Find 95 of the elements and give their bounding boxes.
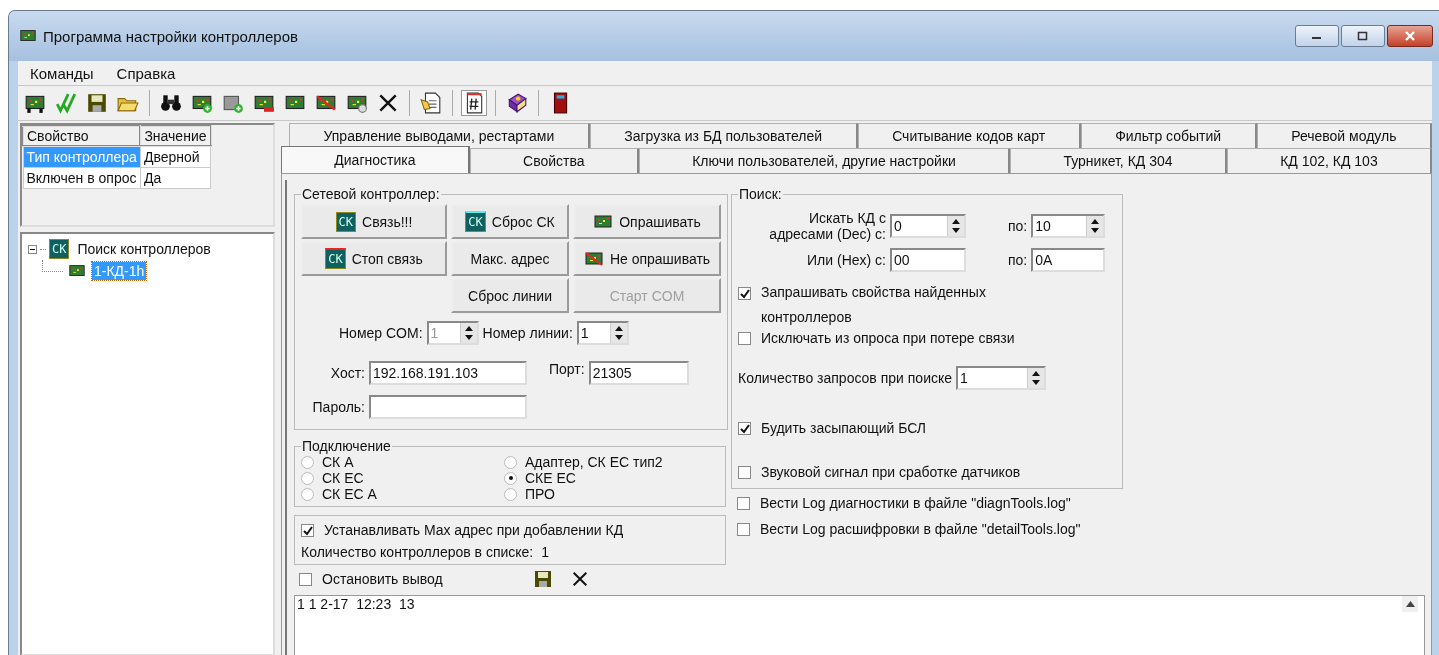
input-field[interactable]: 192.168.191.103 [369, 361, 527, 385]
checkbox[interactable] [301, 524, 314, 537]
command-button[interactable]: Сброс линии [451, 278, 569, 313]
checkbox[interactable] [738, 466, 751, 479]
group-title: Сетевой контроллер: [301, 186, 441, 202]
controller-badge: СК [465, 211, 486, 232]
command-button[interactable]: СК Связь!!! [301, 204, 447, 239]
checkbox[interactable] [738, 287, 751, 300]
checkbox[interactable] [299, 573, 312, 586]
count-value: 1 [541, 544, 550, 560]
checkbox-label: Звуковой сигнал при сработке датчиков [761, 464, 1021, 480]
hash-document-icon[interactable] [461, 90, 487, 116]
save-icon[interactable] [532, 569, 553, 589]
count-label: Количество контроллеров в списке: [301, 544, 534, 560]
minimize-button[interactable] [1295, 25, 1339, 47]
tab[interactable]: Ключи пользователей, другие настройки [638, 148, 1011, 173]
field-label: Или (Hex) с: [806, 252, 886, 268]
group-title: Подключение [301, 438, 392, 454]
checkbox-label: Запрашивать свойства найденных контроллеров [761, 283, 987, 327]
tab[interactable]: Считывание кодов карт [857, 123, 1081, 148]
spin-field[interactable]: 10 [1031, 214, 1106, 238]
menu-item[interactable]: Команды [18, 64, 105, 82]
tab[interactable]: КД 102, КД 103 [1226, 148, 1432, 173]
tab[interactable]: Фильтр событий [1080, 123, 1257, 148]
field-label: по: [1008, 252, 1028, 268]
field-label: Искать КД с адресами (Dec) с: [768, 210, 886, 242]
collapse-icon[interactable] [28, 244, 37, 254]
checkbox[interactable] [738, 332, 751, 345]
spin-field[interactable]: 0 [890, 214, 966, 238]
tree-item[interactable]: Поиск контроллеров [75, 240, 213, 258]
radio-button[interactable] [301, 471, 314, 485]
spin-field[interactable]: 1 [576, 321, 629, 345]
spinner-arrows-icon[interactable] [1086, 216, 1104, 236]
radio-label: СК ЕС [322, 470, 364, 486]
field-label: Порт: [549, 361, 585, 377]
field-label: Хост: [329, 365, 365, 381]
command-button[interactable]: Опрашивать [573, 204, 721, 239]
radio-button[interactable] [504, 487, 517, 501]
field-label: Пароль: [311, 399, 365, 415]
radio-label: СК А [322, 454, 354, 470]
checkbox-label: Устанавливать Max адрес при добавлении КД [324, 522, 624, 538]
checkbox[interactable] [738, 422, 751, 435]
input-field[interactable]: 21305 [588, 361, 689, 385]
input-field[interactable]: 00 [890, 248, 966, 272]
table-cell[interactable]: Включен в опрос [23, 167, 141, 189]
radio-button[interactable] [301, 487, 314, 501]
controller-badge: СК [335, 211, 357, 232]
close-button[interactable] [1387, 25, 1433, 47]
command-button[interactable]: Макс. адрес [451, 241, 569, 276]
checkbox-label: Исключать из опроса при потере связи [761, 330, 1015, 346]
checkbox-label: Остановить вывод [322, 571, 443, 587]
radio-label: СКЕ ЕС [525, 470, 576, 486]
window-title: Программа настройки контроллеров [43, 27, 299, 45]
spinner-arrows-icon[interactable] [947, 216, 964, 236]
checkbox-label: Вести Log диагностики в файле "diagnTools.log" [760, 495, 1071, 511]
maximize-icon [1357, 31, 1369, 41]
tab[interactable]: Диагностика [281, 146, 470, 173]
tab[interactable]: Речевой модуль [1256, 123, 1432, 148]
spin-field[interactable]: 1 [956, 366, 1047, 390]
column-header[interactable]: Свойство [23, 126, 141, 146]
tab[interactable]: Управление выводами, рестартами [289, 123, 590, 148]
field-label: по: [1008, 218, 1028, 234]
tab[interactable]: Турникет, КД 304 [1010, 148, 1227, 173]
field-label: Номер COM: [339, 325, 423, 341]
checkbox[interactable] [737, 523, 750, 536]
field-label: Количество запросов при поиске [738, 370, 953, 386]
tab[interactable]: Свойства [469, 148, 639, 173]
checkbox[interactable] [737, 497, 750, 510]
input-field[interactable]: 0A [1031, 248, 1106, 272]
cross-icon[interactable] [570, 570, 589, 588]
input-field[interactable] [369, 395, 527, 419]
radio-button[interactable] [301, 455, 314, 469]
spinner-arrows-icon[interactable] [1027, 368, 1045, 388]
radio-button[interactable] [504, 455, 517, 469]
controller-badge: СК [325, 248, 346, 269]
radio-button[interactable] [504, 471, 517, 485]
scroll-up-icon[interactable] [1402, 596, 1418, 612]
maximize-button[interactable] [1341, 25, 1385, 47]
menu-item[interactable]: Справка [104, 64, 187, 82]
close-icon [1404, 31, 1416, 41]
tab[interactable]: Загрузка из БД пользователей [589, 123, 858, 148]
command-button[interactable]: Не опрашивать [573, 241, 721, 276]
column-header[interactable]: Значение [140, 126, 211, 146]
field-label: Номер линии: [482, 325, 573, 341]
checkbox-label: Вести Log расшифровки в файле "detailTools.log" [760, 521, 1081, 537]
command-button[interactable]: СК Стоп связь [301, 241, 447, 276]
controller-badge: СК [49, 239, 70, 259]
spinner-arrows-icon[interactable] [609, 323, 627, 343]
command-button[interactable]: СК Сброс СК [451, 204, 569, 239]
log-line: 1 1 2-17 12:23 13 [296, 596, 416, 612]
radio-label: Адаптер, СК ЕС тип2 [525, 454, 663, 470]
group-title: Поиск: [738, 186, 783, 202]
checkbox-label: Будить засыпающий БСЛ [761, 420, 927, 436]
radio-label: СК ЕС А [322, 486, 377, 502]
radio-label: ПРО [525, 486, 555, 502]
